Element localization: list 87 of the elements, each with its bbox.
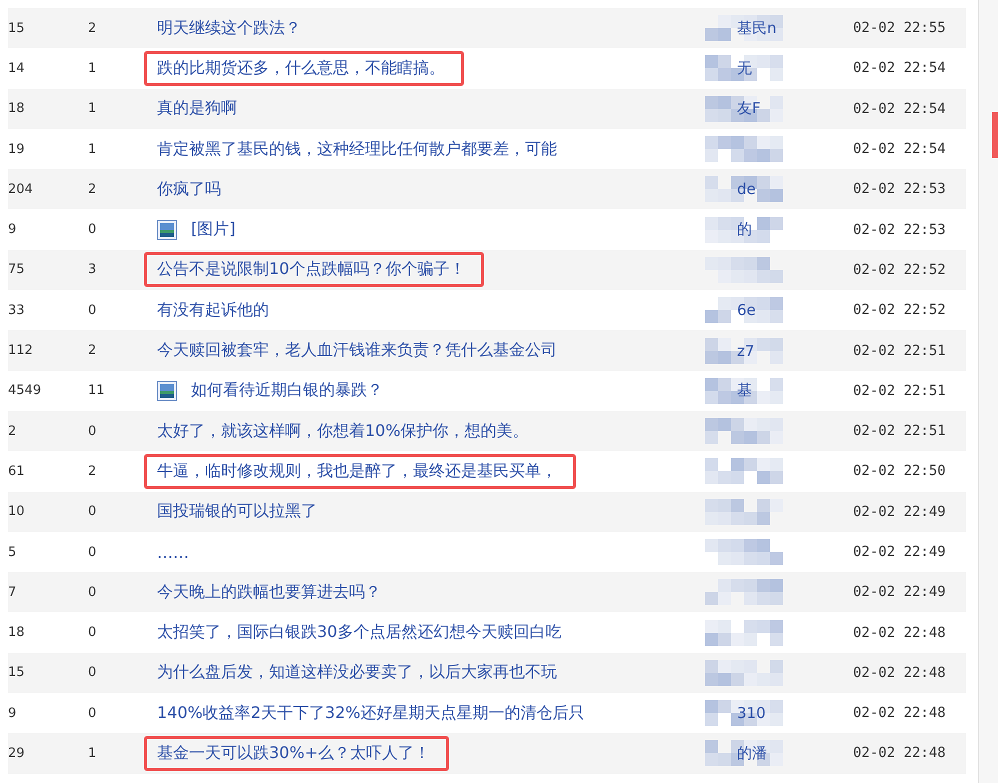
read-count: 15 (8, 665, 26, 680)
read-count: 4549 (8, 383, 42, 398)
side-tab-marker (992, 112, 998, 158)
post-time: 02-02 22:51 (853, 342, 946, 359)
reply-count: 0 (88, 222, 98, 238)
read-count: 75 (8, 262, 26, 278)
post-title-link[interactable]: 为什么盘后发，知道这样没必要卖了，以后大家再也不玩 (144, 655, 576, 690)
post-time: 02-02 22:55 (853, 20, 946, 36)
post-title-link[interactable]: 如何看待近期白银的暴跌？ (144, 373, 402, 408)
reply-count: 2 (88, 182, 98, 197)
post-time: 02-02 22:50 (853, 463, 946, 480)
post-title-link[interactable]: [图片] (144, 212, 254, 248)
post-time: 02-02 22:48 (853, 745, 946, 762)
post-title-link[interactable]: 牛逼，临时修改规则，我也是醉了，最终还是基民买单， (144, 454, 576, 489)
reply-count: 1 (88, 60, 98, 76)
post-title-link[interactable]: 真的是狗啊 (144, 91, 256, 126)
read-count: 112 (8, 343, 34, 358)
username-fragment: 的潘 (737, 744, 767, 763)
username-fragment: 基民n (737, 18, 777, 38)
post-title-link[interactable]: 肯定被黑了基民的钱，这种经理比任何散户都要差，可能 (144, 132, 576, 167)
reply-count: 0 (88, 584, 98, 600)
post-time: 02-02 22:49 (853, 584, 946, 600)
username-fragment: 6e (737, 301, 756, 320)
read-count: 15 (8, 20, 26, 36)
read-count: 18 (8, 101, 26, 116)
post-time: 02-02 22:48 (853, 664, 946, 681)
reply-count: 0 (88, 665, 98, 680)
post-title-link[interactable]: …… (144, 536, 208, 568)
reply-count: 1 (88, 746, 98, 761)
reply-count: 1 (88, 101, 98, 116)
reply-count: 0 (88, 504, 98, 520)
read-count: 10 (8, 504, 26, 520)
post-time: 02-02 22:51 (853, 423, 946, 440)
post-title-link[interactable]: 明天继续这个跌法？ (144, 10, 320, 46)
reply-count: 1 (88, 142, 98, 157)
username-fragment: 的 (737, 220, 752, 240)
post-title-link[interactable]: 你疯了吗 (144, 172, 240, 207)
username-fragment: z7 (737, 342, 754, 360)
reply-count: 2 (88, 20, 98, 36)
read-count: 9 (8, 222, 18, 238)
read-count: 14 (8, 60, 26, 76)
read-count: 29 (8, 746, 26, 761)
read-count: 7 (8, 584, 18, 600)
read-count: 61 (8, 464, 26, 479)
reply-count: 0 (88, 625, 98, 640)
post-title-link[interactable]: 公告不是说限制10个点跌幅吗？你个骗子！ (144, 252, 484, 288)
post-title-link[interactable]: 国投瑞银的可以拉黑了 (144, 494, 336, 530)
post-time: 02-02 22:53 (853, 222, 946, 238)
reply-count: 11 (88, 383, 106, 398)
read-count: 18 (8, 625, 26, 640)
read-count: 9 (8, 706, 18, 721)
username-fragment: 无 (737, 58, 752, 78)
read-count: 19 (8, 142, 26, 157)
post-time: 02-02 22:54 (853, 60, 946, 76)
post-time: 02-02 22:48 (853, 624, 946, 641)
post-time: 02-02 22:52 (853, 262, 946, 278)
read-count: 2 (8, 424, 18, 439)
read-count: 33 (8, 302, 26, 318)
post-title-link[interactable]: 太招笑了，国际白银跌30多个点居然还幻想今天赎回白吃 (144, 615, 580, 650)
post-title-link[interactable]: 今天晚上的跌幅也要算进去吗？ (144, 574, 400, 610)
reply-count: 0 (88, 424, 98, 439)
username-fragment: de (737, 180, 756, 198)
read-count: 204 (8, 182, 34, 197)
post-time: 02-02 22:49 (853, 544, 946, 560)
post-time: 02-02 22:49 (853, 504, 946, 520)
reply-count: 2 (88, 343, 98, 358)
post-title-link[interactable]: 140%收益率2天干下了32%还好星期天点星期一的清仓后只 (144, 696, 604, 731)
post-title-link[interactable]: 跌的比期货还多，什么意思，不能瞎搞。 (144, 50, 464, 86)
post-time: 02-02 22:54 (853, 141, 946, 158)
username-fragment: 基 (737, 381, 752, 400)
reply-count: 0 (88, 706, 98, 721)
post-time: 02-02 22:52 (853, 302, 946, 318)
post-title-link[interactable]: 有没有起诉他的 (144, 292, 288, 328)
post-time: 02-02 22:51 (853, 382, 946, 399)
post-time: 02-02 22:53 (853, 181, 946, 198)
post-time: 02-02 22:54 (853, 100, 946, 117)
reply-count: 0 (88, 544, 98, 560)
reply-count: 2 (88, 464, 98, 479)
reply-count: 0 (88, 302, 98, 318)
username-fragment: 310 (737, 704, 766, 722)
post-title-link[interactable]: 今天赎回被套牢，老人血汗钱谁来负责？凭什么基金公司 (144, 333, 576, 368)
post-title-link[interactable]: 太好了，就该这样啊，你想着10%保护你，想的美。 (144, 414, 548, 449)
username-fragment: 友F (737, 99, 761, 118)
post-time: 02-02 22:48 (853, 705, 946, 722)
post-title-link[interactable]: 基金一天可以跌30%+么？太吓人了！ (144, 736, 449, 771)
read-count: 5 (8, 544, 18, 560)
reply-count: 3 (88, 262, 98, 278)
